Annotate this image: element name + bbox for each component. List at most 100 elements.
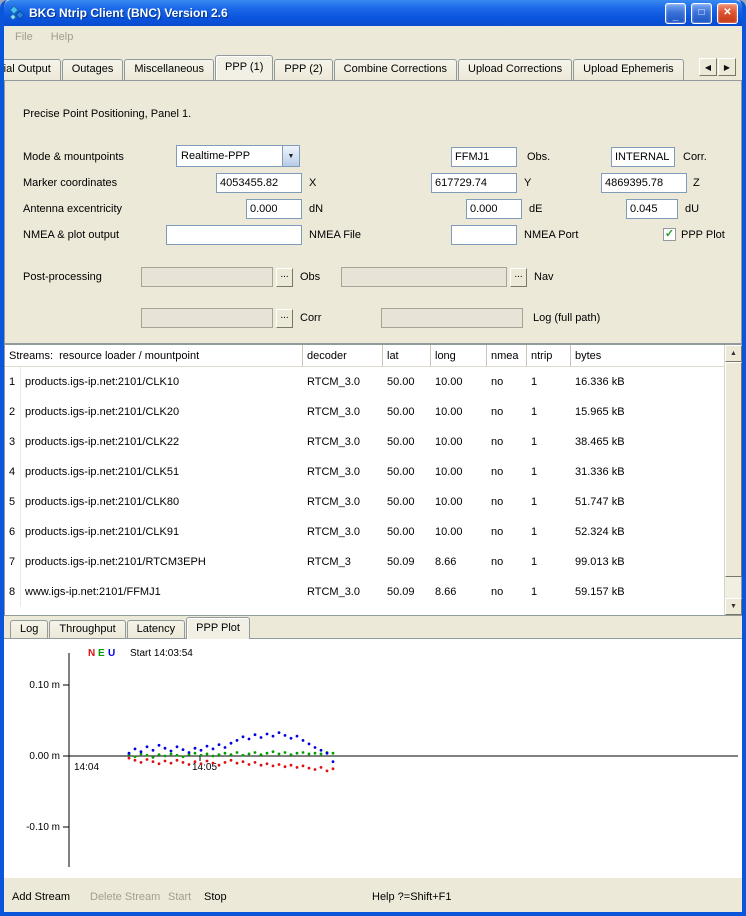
plot-point-E — [332, 752, 335, 755]
post-corr-browse-button[interactable]: ... — [276, 309, 293, 328]
row-number: 6 — [5, 517, 21, 547]
streams-table: Streams: resource loader / mountpoint de… — [4, 344, 742, 616]
chevron-down-icon[interactable]: ▼ — [282, 146, 299, 166]
corr-mountpoint-input[interactable] — [611, 147, 675, 167]
plot-point-N — [128, 757, 131, 760]
plot-point-U — [296, 735, 299, 738]
tab-ppp-2[interactable]: PPP (2) — [274, 59, 332, 80]
table-scrollbar[interactable]: ▲ ▼ — [724, 345, 741, 615]
tab-upload-corrections[interactable]: Upload Corrections — [458, 59, 572, 80]
plot-point-U — [236, 739, 239, 742]
table-row[interactable]: 7 products.igs-ip.net:2101/RTCM3EPH RTCM… — [5, 547, 724, 577]
main-tabbar: rial Output Outages Miscellaneous PPP (1… — [4, 52, 742, 80]
antenna-dn-input[interactable] — [246, 199, 302, 219]
scroll-down-icon[interactable]: ▼ — [725, 598, 742, 615]
table-row[interactable]: 4 products.igs-ip.net:2101/CLK51 RTCM_3.… — [5, 457, 724, 487]
plot-point-E — [266, 752, 269, 755]
header-decoder[interactable]: decoder — [303, 345, 383, 366]
menu-file[interactable]: File — [6, 28, 42, 46]
table-row[interactable]: 2 products.igs-ip.net:2101/CLK20 RTCM_3.… — [5, 397, 724, 427]
cell-nmea: no — [487, 487, 527, 517]
cell-nmea: no — [487, 367, 527, 397]
cell-lat: 50.00 — [383, 397, 431, 427]
post-nav-browse-button[interactable]: ... — [510, 268, 527, 287]
header-mountpoint[interactable]: Streams: resource loader / mountpoint — [5, 345, 303, 366]
header-nmea[interactable]: nmea — [487, 345, 527, 366]
obs-mountpoint-input[interactable] — [451, 147, 517, 167]
plot-point-N — [140, 761, 143, 764]
stop-button[interactable]: Stop — [204, 891, 227, 903]
plot-point-U — [326, 752, 329, 755]
minimize-button[interactable]: _ — [665, 3, 686, 24]
plot-point-U — [134, 748, 137, 751]
plot-point-E — [164, 755, 167, 758]
tab-combine-corrections[interactable]: Combine Corrections — [334, 59, 457, 80]
scrollbar-thumb[interactable] — [725, 362, 742, 577]
plot-point-U — [290, 737, 293, 740]
header-lat[interactable]: lat — [383, 345, 431, 366]
marker-z-input[interactable] — [601, 173, 687, 193]
tab-ppp-plot[interactable]: PPP Plot — [186, 617, 250, 639]
legend-n: N — [88, 648, 95, 659]
tab-upload-ephemeris[interactable]: Upload Ephemeris — [573, 59, 684, 80]
close-button[interactable]: ✕ — [717, 3, 738, 24]
tab-scroll-right-icon[interactable]: ▶ — [718, 58, 736, 76]
nmea-port-input[interactable] — [451, 225, 517, 245]
table-row[interactable]: 5 products.igs-ip.net:2101/CLK80 RTCM_3.… — [5, 487, 724, 517]
post-nav-label: Nav — [534, 271, 554, 283]
table-row[interactable]: 1 products.igs-ip.net:2101/CLK10 RTCM_3.… — [5, 367, 724, 397]
plot-point-N — [212, 762, 215, 765]
cell-ntrip: 1 — [527, 397, 571, 427]
table-row[interactable]: 3 products.igs-ip.net:2101/CLK22 RTCM_3.… — [5, 427, 724, 457]
scroll-up-icon[interactable]: ▲ — [725, 345, 742, 362]
cell-ntrip: 1 — [527, 517, 571, 547]
plot-point-N — [152, 760, 155, 763]
table-row[interactable]: 6 products.igs-ip.net:2101/CLK91 RTCM_3.… — [5, 517, 724, 547]
cell-ntrip: 1 — [527, 487, 571, 517]
tab-outages[interactable]: Outages — [62, 59, 124, 80]
ppp-panel: Precise Point Positioning, Panel 1. Mode… — [4, 80, 742, 344]
table-row[interactable]: 8 www.igs-ip.net:2101/FFMJ1 RTCM_3.0 50.… — [5, 577, 724, 607]
marker-x-input[interactable] — [216, 173, 302, 193]
cell-lat: 50.09 — [383, 577, 431, 607]
plot-point-N — [134, 759, 137, 762]
row-number: 7 — [5, 547, 21, 577]
tab-miscellaneous[interactable]: Miscellaneous — [124, 59, 214, 80]
plot-point-N — [272, 765, 275, 768]
antenna-du-input[interactable] — [626, 199, 678, 219]
cell-mountpoint: products.igs-ip.net:2101/CLK20 — [21, 397, 303, 427]
plot-point-N — [248, 763, 251, 766]
marker-z-label: Z — [693, 177, 700, 189]
check-icon: ✓ — [665, 229, 674, 240]
post-obs-browse-button[interactable]: ... — [276, 268, 293, 287]
tab-latency[interactable]: Latency — [127, 620, 186, 638]
marker-y-label: Y — [524, 177, 531, 189]
tab-serial-output[interactable]: rial Output — [4, 59, 61, 80]
scrollbar-track[interactable] — [725, 362, 741, 598]
streams-body: 1 products.igs-ip.net:2101/CLK10 RTCM_3.… — [5, 367, 724, 607]
obs-label: Obs. — [527, 151, 550, 163]
cell-ntrip: 1 — [527, 577, 571, 607]
ppp-plot-checkbox[interactable]: ✓ — [663, 228, 676, 241]
row-number: 4 — [5, 457, 21, 487]
titlebar[interactable]: BKG Ntrip Client (BNC) Version 2.6 _ □ ✕ — [4, 0, 742, 26]
tab-throughput[interactable]: Throughput — [49, 620, 125, 638]
nmea-file-input[interactable] — [166, 225, 302, 245]
antenna-de-input[interactable] — [466, 199, 522, 219]
marker-y-input[interactable] — [431, 173, 517, 193]
mode-combobox[interactable]: Realtime-PPP ▼ — [176, 145, 300, 167]
maximize-button[interactable]: □ — [691, 3, 712, 24]
header-bytes[interactable]: bytes — [571, 345, 724, 366]
header-ntrip[interactable]: ntrip — [527, 345, 571, 366]
tab-ppp-1[interactable]: PPP (1) — [215, 55, 273, 80]
plot-point-N — [242, 760, 245, 763]
header-long[interactable]: long — [431, 345, 487, 366]
tab-log[interactable]: Log — [10, 620, 48, 638]
plot-point-E — [194, 752, 197, 755]
tab-scroll-left-icon[interactable]: ◀ — [699, 58, 717, 76]
menu-help[interactable]: Help — [42, 28, 83, 46]
cell-nmea: no — [487, 397, 527, 427]
cell-bytes: 51.747 kB — [571, 487, 724, 517]
add-stream-button[interactable]: Add Stream — [12, 891, 70, 903]
cell-decoder: RTCM_3.0 — [303, 397, 383, 427]
